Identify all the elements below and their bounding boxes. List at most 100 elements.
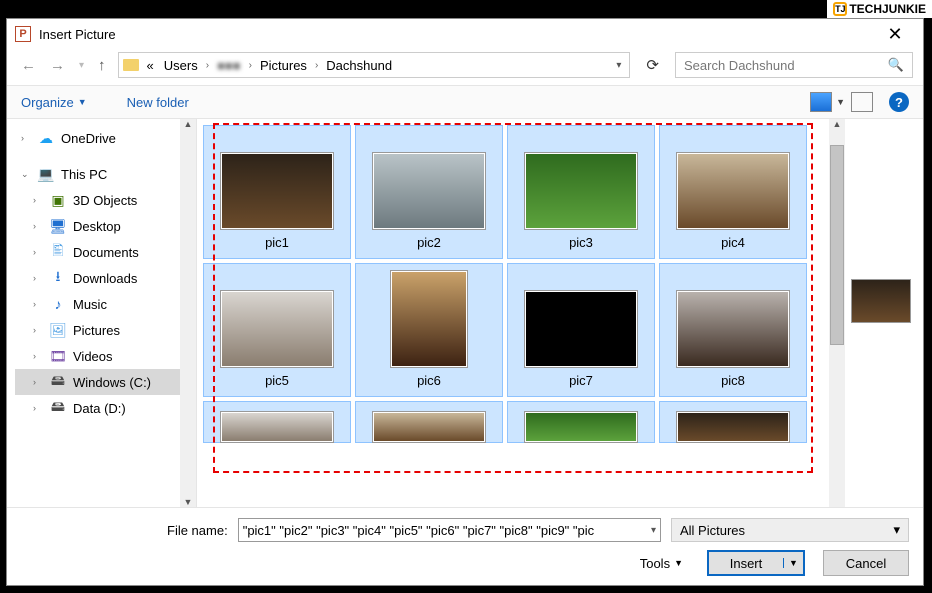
file-name: pic7 (569, 373, 593, 388)
cancel-label: Cancel (846, 556, 886, 571)
recent-drop-icon[interactable]: ▾ (79, 60, 84, 71)
tree-pictures[interactable]: › 🖼 Pictures (15, 317, 196, 343)
file-name: pic3 (569, 235, 593, 250)
file-scrollbar[interactable]: ▲ (829, 119, 845, 507)
address-drop-icon[interactable]: ▾ (612, 60, 625, 71)
scroll-up-icon[interactable]: ▲ (833, 119, 842, 129)
insert-split-drop[interactable]: ▼ (783, 558, 803, 568)
cancel-button[interactable]: Cancel (823, 550, 909, 576)
file-area: pic1 pic2 pic3 pic4 (197, 119, 923, 507)
preview-pane (845, 119, 923, 507)
search-input[interactable]: Search Dachshund 🔍 (675, 52, 913, 78)
downloads-icon: ⭳ (49, 270, 67, 286)
file-tile-partial[interactable] (355, 401, 503, 443)
titlebar: Insert Picture ✕ (7, 19, 923, 49)
filename-value: "pic1" "pic2" "pic3" "pic4" "pic5" "pic6… (243, 523, 594, 538)
scroll-down-icon[interactable]: ▼ (184, 497, 193, 507)
organize-button[interactable]: Organize ▼ (21, 95, 87, 110)
back-button[interactable]: ← (21, 57, 36, 74)
tree-windows-c[interactable]: › 🖴 Windows (C:) (15, 369, 196, 395)
chevron-right-icon: › (21, 133, 31, 143)
watermark-icon: TJ (833, 2, 847, 16)
tree-label: Downloads (73, 271, 137, 286)
tools-label: Tools (640, 556, 670, 571)
scroll-up-icon[interactable]: ▲ (184, 119, 193, 129)
filename-input[interactable]: "pic1" "pic2" "pic3" "pic4" "pic5" "pic6… (238, 518, 661, 542)
tree-documents[interactable]: › 🖺 Documents (15, 239, 196, 265)
file-tile-pic5[interactable]: pic5 (203, 263, 351, 397)
thumbnail (677, 291, 789, 367)
tree-3dobjects[interactable]: › ▣ 3D Objects (15, 187, 196, 213)
crumb-user-blurred[interactable]: ■■■ (215, 58, 243, 73)
forward-button[interactable]: → (50, 57, 65, 74)
thumbnail (221, 291, 333, 367)
tree-music[interactable]: › ♪ Music (15, 291, 196, 317)
footer: File name: "pic1" "pic2" "pic3" "pic4" "… (7, 507, 923, 585)
address-bar[interactable]: « Users › ■■■ › Pictures › Dachshund ▾ (118, 52, 631, 78)
toolbar: Organize ▼ New folder ▼ ? (7, 85, 923, 119)
file-tile-pic3[interactable]: pic3 (507, 125, 655, 259)
tree-label: This PC (61, 167, 107, 182)
thumbnail (221, 153, 333, 229)
close-button[interactable]: ✕ (875, 20, 915, 48)
tree-label: 3D Objects (73, 193, 137, 208)
tree-desktop[interactable]: › 🖥 Desktop (15, 213, 196, 239)
view-mode-thumb-icon[interactable] (810, 92, 832, 112)
file-tile-pic1[interactable]: pic1 (203, 125, 351, 259)
scroll-thumb[interactable] (830, 145, 844, 345)
file-tile-partial[interactable] (659, 401, 807, 443)
chevron-down-icon[interactable]: ▾ (893, 522, 900, 538)
chevron-down-icon[interactable]: ▼ (836, 97, 845, 107)
organize-label: Organize (21, 95, 74, 110)
tree-scrollbar[interactable]: ▲ ▼ (180, 119, 196, 507)
thumbnail (373, 153, 485, 229)
help-button[interactable]: ? (889, 92, 909, 112)
view-mode-preview-button[interactable] (851, 92, 873, 112)
chevron-right-icon: › (33, 325, 43, 335)
tree-label: Windows (C:) (73, 375, 151, 390)
tree-thispc[interactable]: ⌄ 💻 This PC (15, 161, 196, 187)
chevron-right-icon: › (315, 60, 318, 71)
chevron-right-icon: › (33, 403, 43, 413)
chevron-down-icon[interactable]: ▾ (651, 525, 656, 536)
chevron-right-icon: › (33, 247, 43, 257)
chevron-right-icon: › (33, 273, 43, 283)
crumb-pictures[interactable]: Pictures (258, 58, 309, 73)
file-type-filter[interactable]: All Pictures ▾ (671, 518, 909, 542)
crumb-prefix: « (145, 58, 156, 73)
thumbnail (391, 271, 467, 367)
file-name: pic4 (721, 235, 745, 250)
file-grid-area[interactable]: pic1 pic2 pic3 pic4 (197, 119, 829, 507)
new-folder-button[interactable]: New folder (127, 95, 189, 110)
crumb-users[interactable]: Users (162, 58, 200, 73)
crumb-dachshund[interactable]: Dachshund (324, 58, 394, 73)
tools-button[interactable]: Tools ▼ (640, 556, 683, 571)
file-name: pic1 (265, 235, 289, 250)
chevron-right-icon: › (33, 351, 43, 361)
chevron-down-icon: ▼ (674, 558, 683, 568)
up-button[interactable]: ↑ (98, 57, 106, 74)
file-tile-pic2[interactable]: pic2 (355, 125, 503, 259)
tree-data-d[interactable]: › 🖴 Data (D:) (15, 395, 196, 421)
tree-onedrive[interactable]: › ☁ OneDrive (15, 125, 196, 151)
refresh-button[interactable]: ⟳ (642, 56, 663, 74)
nav-arrows: ← → ▾ ↑ (21, 57, 106, 74)
powerpoint-icon (15, 26, 31, 42)
file-tile-pic7[interactable]: pic7 (507, 263, 655, 397)
tree-videos[interactable]: › 🎞 Videos (15, 343, 196, 369)
file-tile-pic8[interactable]: pic8 (659, 263, 807, 397)
thumbnail (525, 291, 637, 367)
tree-label: Pictures (73, 323, 120, 338)
tree-downloads[interactable]: › ⭳ Downloads (15, 265, 196, 291)
nav-row: ← → ▾ ↑ « Users › ■■■ › Pictures › Dachs… (7, 49, 923, 85)
file-tile-partial[interactable] (203, 401, 351, 443)
folder-tree[interactable]: › ☁ OneDrive ⌄ 💻 This PC › ▣ 3D Objects … (7, 119, 197, 507)
chevron-right-icon: › (33, 221, 43, 231)
filename-label: File name: (167, 523, 228, 538)
file-tile-pic4[interactable]: pic4 (659, 125, 807, 259)
onedrive-icon: ☁ (37, 130, 55, 146)
insert-button[interactable]: Insert ▼ (707, 550, 805, 576)
tree-label: OneDrive (61, 131, 116, 146)
file-tile-pic6[interactable]: pic6 (355, 263, 503, 397)
file-tile-partial[interactable] (507, 401, 655, 443)
